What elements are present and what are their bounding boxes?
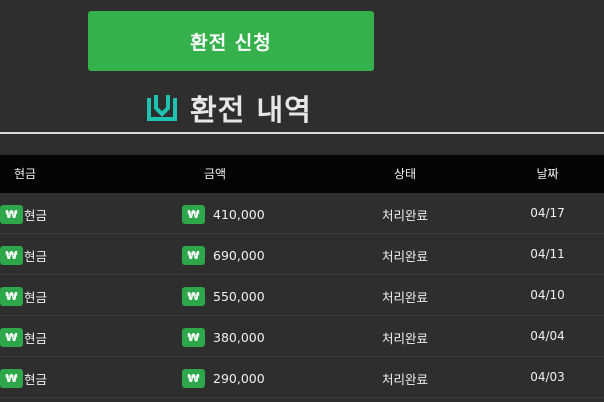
amount-value: 690,000 xyxy=(213,248,265,263)
status-cell: 처리완료 xyxy=(381,290,428,305)
amount-value: 380,000 xyxy=(213,330,265,345)
history-table-body: ₩ 현금 ₩ 410,000 처리완료 04/17 ₩ 현금 ₩ 690,000… xyxy=(0,193,604,398)
type-cell: ₩ 현금 xyxy=(0,246,47,265)
won-badge-icon: ₩ xyxy=(0,246,23,265)
amount-cell: ₩ 550,000 xyxy=(182,287,265,306)
amount-cell: ₩ 380,000 xyxy=(182,328,265,347)
header-date: 날짜 xyxy=(536,167,559,181)
status-cell: 처리완료 xyxy=(381,208,428,223)
amount-value: 550,000 xyxy=(213,289,265,304)
status-cell: 처리완료 xyxy=(381,372,428,387)
won-badge-icon: ₩ xyxy=(182,287,205,306)
divider xyxy=(0,132,604,134)
amount-value: 290,000 xyxy=(213,371,265,386)
table-header: 현금 금액 상태 날짜 xyxy=(0,155,604,193)
type-label: 현금 xyxy=(24,331,48,346)
table-row: ₩ 현금 ₩ 690,000 처리완료 04/11 xyxy=(0,234,604,275)
date-cell: 04/17 xyxy=(530,206,565,220)
type-cell: ₩ 현금 xyxy=(0,328,47,347)
table-row: ₩ 현금 ₩ 290,000 처리완료 04/03 xyxy=(0,357,604,398)
header-status: 상태 xyxy=(393,167,417,181)
table-row: ₩ 현금 ₩ 410,000 처리완료 04/17 xyxy=(0,193,604,234)
date-cell: 04/11 xyxy=(530,247,565,261)
won-badge-icon: ₩ xyxy=(0,328,23,347)
won-badge-icon: ₩ xyxy=(182,246,205,265)
download-box-icon xyxy=(147,95,177,121)
type-label: 현금 xyxy=(24,372,48,387)
status-cell: 처리완료 xyxy=(381,331,428,346)
amount-cell: ₩ 690,000 xyxy=(182,246,265,265)
won-badge-icon: ₩ xyxy=(182,205,205,224)
type-cell: ₩ 현금 xyxy=(0,205,47,224)
type-label: 현금 xyxy=(24,249,48,264)
amount-cell: ₩ 410,000 xyxy=(182,205,265,224)
status-cell: 처리완료 xyxy=(381,249,428,264)
won-badge-icon: ₩ xyxy=(0,369,23,388)
type-cell: ₩ 현금 xyxy=(0,369,47,388)
table-row: ₩ 현금 ₩ 550,000 처리완료 04/10 xyxy=(0,275,604,316)
type-label: 현금 xyxy=(24,208,48,223)
won-badge-icon: ₩ xyxy=(0,205,23,224)
table-row: ₩ 현금 ₩ 380,000 처리완료 04/04 xyxy=(0,316,604,357)
history-title: 환전 내역 xyxy=(146,88,312,128)
amount-value: 410,000 xyxy=(213,207,265,222)
apply-exchange-button[interactable]: 환전 신청 xyxy=(88,11,374,71)
date-cell: 04/10 xyxy=(530,288,565,302)
header-type: 현금 xyxy=(13,167,37,181)
type-cell: ₩ 현금 xyxy=(0,287,47,306)
won-badge-icon: ₩ xyxy=(0,287,23,306)
header-amount: 금액 xyxy=(203,167,227,181)
date-cell: 04/03 xyxy=(530,370,565,384)
won-badge-icon: ₩ xyxy=(182,369,205,388)
type-label: 현금 xyxy=(24,290,48,305)
amount-cell: ₩ 290,000 xyxy=(182,369,265,388)
won-badge-icon: ₩ xyxy=(182,328,205,347)
date-cell: 04/04 xyxy=(530,329,565,343)
history-title-text: 환전 내역 xyxy=(190,93,312,127)
